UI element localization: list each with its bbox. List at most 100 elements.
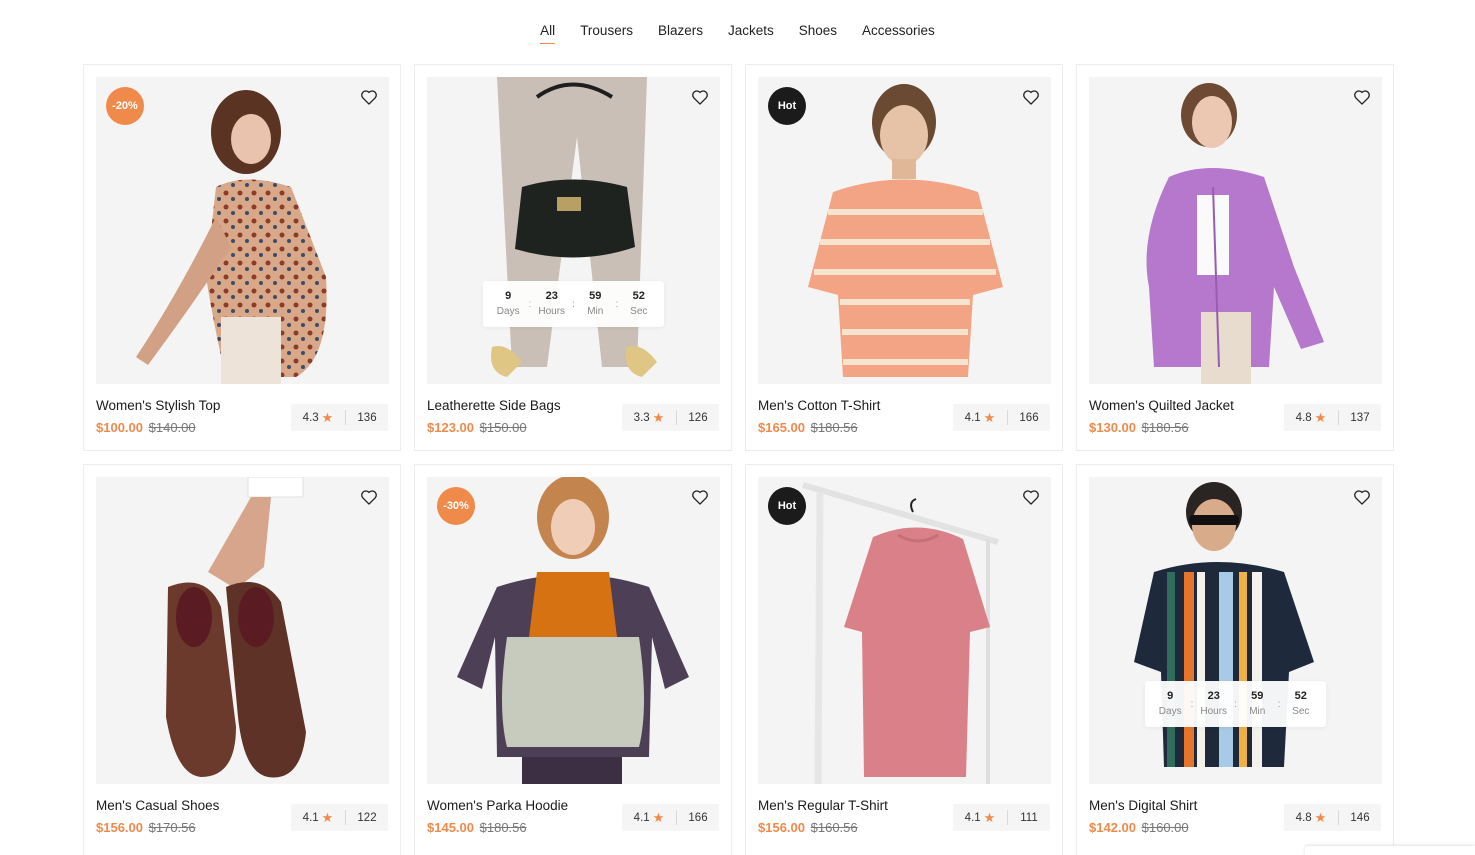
star-icon: ★ xyxy=(1314,810,1327,825)
countdown-days: 9 Days xyxy=(496,290,520,317)
star-icon: ★ xyxy=(983,410,996,425)
rating-box: 4.3 ★ 136 xyxy=(291,404,388,431)
rating-box: 4.8 ★ 146 xyxy=(1284,804,1381,831)
current-price: $156.00 xyxy=(758,820,805,835)
original-price: $160.56 xyxy=(810,820,858,835)
star-icon: ★ xyxy=(652,810,665,825)
tab-accessories[interactable]: Accessories xyxy=(850,22,948,42)
tab-all[interactable]: All xyxy=(528,22,568,44)
product-card[interactable]: 9 Days : 23 Hours : 59 Min : 52 Sec Leathere… xyxy=(414,64,732,451)
wishlist-heart-icon[interactable] xyxy=(690,487,710,507)
discount-badge: -30% xyxy=(437,487,475,525)
review-count: 137 xyxy=(1350,411,1370,424)
review-count: 126 xyxy=(688,411,708,424)
star-icon: ★ xyxy=(321,410,334,425)
countdown-minutes: 59 Min xyxy=(587,290,604,317)
hot-badge: Hot xyxy=(768,487,806,525)
countdown-timer: 9 Days : 23 Hours : 59 Min : 52 Sec xyxy=(483,281,664,327)
review-count: 166 xyxy=(688,811,708,824)
star-icon: ★ xyxy=(321,810,334,825)
rating-score: 4.8 ★ xyxy=(1284,810,1339,825)
rating-box: 4.1 ★ 166 xyxy=(953,404,1050,431)
category-filter-tabs: All Trousers Blazers Jackets Shoes Acces… xyxy=(0,22,1475,44)
product-name[interactable]: Men's Regular T-Shirt xyxy=(758,798,888,813)
product-image[interactable] xyxy=(1089,77,1382,384)
original-price: $180.56 xyxy=(810,420,858,435)
rating-box: 3.3 ★ 126 xyxy=(622,404,719,431)
review-count: 122 xyxy=(357,811,377,824)
countdown-timer: 9 Days : 23 Hours : 59 Min : 52 Sec xyxy=(1145,681,1326,727)
product-image[interactable]: Hot xyxy=(758,77,1051,384)
rating-score: 4.1 ★ xyxy=(622,810,677,825)
product-card[interactable]: -20% Women's Stylish Top $100.00 $140.00… xyxy=(83,64,401,451)
review-count: 136 xyxy=(357,411,377,424)
rating-score: 4.1 ★ xyxy=(291,810,346,825)
product-photo-woman-parka xyxy=(457,477,689,784)
product-card[interactable]: Hot Men's Cotton T-Shirt $165.00 $180.56… xyxy=(745,64,1063,451)
rating-box: 4.1 ★ 122 xyxy=(291,804,388,831)
wishlist-heart-icon[interactable] xyxy=(690,87,710,107)
product-image[interactable]: -30% xyxy=(427,477,720,784)
rating-score: 4.3 ★ xyxy=(291,410,346,425)
tab-jackets[interactable]: Jackets xyxy=(715,22,786,42)
tab-blazers[interactable]: Blazers xyxy=(645,22,715,42)
countdown-seconds: 52 Sec xyxy=(630,290,648,317)
product-price: $142.00 $160.00 xyxy=(1089,820,1189,835)
rating-box: 4.1 ★ 166 xyxy=(622,804,719,831)
review-count: 111 xyxy=(1020,811,1038,824)
wishlist-heart-icon[interactable] xyxy=(359,487,379,507)
current-price: $130.00 xyxy=(1089,420,1136,435)
review-count: 146 xyxy=(1350,811,1370,824)
product-price: $156.00 $170.56 xyxy=(96,820,196,835)
tab-shoes[interactable]: Shoes xyxy=(786,22,849,42)
product-card[interactable]: Women's Quilted Jacket $130.00 $180.56 4… xyxy=(1076,64,1394,451)
discount-badge: -20% xyxy=(106,87,144,125)
original-price: $170.56 xyxy=(148,820,196,835)
product-name[interactable]: Men's Casual Shoes xyxy=(96,798,219,813)
current-price: $156.00 xyxy=(96,820,143,835)
rating-box: 4.1 ★ 111 xyxy=(953,804,1050,831)
rating-box: 4.8 ★ 137 xyxy=(1284,404,1381,431)
countdown-days: 9 Days xyxy=(1158,690,1182,717)
product-image[interactable]: -20% xyxy=(96,77,389,384)
current-price: $165.00 xyxy=(758,420,805,435)
product-price: $156.00 $160.56 xyxy=(758,820,858,835)
current-price: $142.00 xyxy=(1089,820,1136,835)
countdown-hours: 23 Hours xyxy=(1200,690,1228,717)
product-photo-woman-leopard-blouse xyxy=(136,90,327,384)
product-card[interactable]: -30% Women's Parka Hoodie $145.00 $180.5… xyxy=(414,464,732,855)
product-name[interactable]: Men's Cotton T-Shirt xyxy=(758,398,880,413)
product-name[interactable]: Women's Parka Hoodie xyxy=(427,798,568,813)
product-image[interactable]: Hot xyxy=(758,477,1051,784)
star-icon: ★ xyxy=(983,810,996,825)
product-photo-man-striped-shirt xyxy=(1134,482,1314,767)
product-photo-woman-purple-jacket xyxy=(1146,83,1324,384)
product-photo-pink-tshirt-hanger xyxy=(802,482,999,784)
review-count: 166 xyxy=(1019,411,1039,424)
product-name[interactable]: Men's Digital Shirt xyxy=(1089,798,1197,813)
product-card[interactable]: Men's Casual Shoes $156.00 $170.56 4.1 ★ … xyxy=(83,464,401,855)
wishlist-heart-icon[interactable] xyxy=(1021,87,1041,107)
product-name[interactable]: Leatherette Side Bags xyxy=(427,398,561,413)
original-price: $160.00 xyxy=(1141,820,1189,835)
product-name[interactable]: Women's Stylish Top xyxy=(96,398,220,413)
product-image[interactable] xyxy=(96,477,389,784)
product-card[interactable]: Hot Men's Regular T-Shirt $156.00 $160.5… xyxy=(745,464,1063,855)
countdown-seconds: 52 Sec xyxy=(1292,690,1310,717)
wishlist-heart-icon[interactable] xyxy=(359,87,379,107)
product-name[interactable]: Women's Quilted Jacket xyxy=(1089,398,1234,413)
wishlist-heart-icon[interactable] xyxy=(1352,87,1372,107)
original-price: $150.00 xyxy=(479,420,527,435)
wishlist-heart-icon[interactable] xyxy=(1021,487,1041,507)
product-price: $123.00 $150.00 xyxy=(427,420,527,435)
product-card[interactable]: 9 Days : 23 Hours : 59 Min : 52 Sec Men's Di… xyxy=(1076,464,1394,855)
countdown-minutes: 59 Min xyxy=(1249,690,1266,717)
original-price: $180.56 xyxy=(1141,420,1189,435)
rating-score: 4.1 ★ xyxy=(953,410,1008,425)
product-image[interactable]: 9 Days : 23 Hours : 59 Min : 52 Sec xyxy=(427,77,720,384)
wishlist-heart-icon[interactable] xyxy=(1352,487,1372,507)
current-price: $145.00 xyxy=(427,820,474,835)
rating-score: 4.1 ★ xyxy=(953,810,1008,825)
product-image[interactable]: 9 Days : 23 Hours : 59 Min : 52 Sec xyxy=(1089,477,1382,784)
tab-trousers[interactable]: Trousers xyxy=(568,22,646,42)
